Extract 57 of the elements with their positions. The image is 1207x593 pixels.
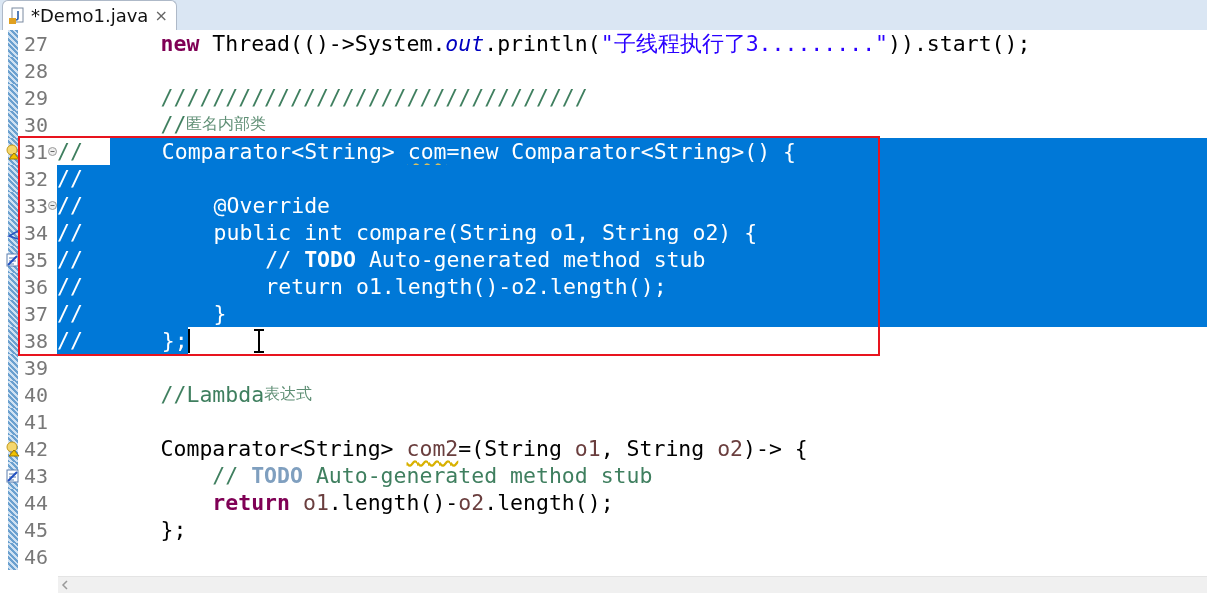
fold-icon[interactable] <box>48 201 57 210</box>
code-line: new Thread(()->System.out.println("子线程执行了3.........")).start(); <box>159 30 1031 57</box>
change-bar <box>8 57 18 84</box>
change-bar <box>8 489 18 516</box>
line-number: 42 <box>22 436 48 461</box>
fold-icon[interactable] <box>48 147 57 156</box>
line-number: 45 <box>22 517 48 542</box>
line-number: 39 <box>22 355 48 380</box>
code-line: // TODO Auto-generated method stub <box>211 462 653 489</box>
warning-bulb-icon[interactable] <box>6 441 20 457</box>
code-line: ///////////////////////////////// <box>159 84 588 111</box>
change-bar <box>8 111 18 138</box>
change-bar <box>8 84 18 111</box>
change-bar <box>8 300 18 327</box>
line-number: 27 <box>22 31 48 56</box>
line-number: 46 <box>22 544 48 569</box>
change-bar <box>8 327 18 354</box>
comment-marker: // <box>57 327 110 354</box>
change-bar <box>8 219 18 246</box>
line-number: 34 <box>22 220 48 245</box>
line-number: 37 <box>22 301 48 326</box>
task-icon[interactable] <box>6 468 20 484</box>
change-bar <box>8 165 18 192</box>
change-bar <box>8 192 18 219</box>
editor-tab[interactable]: *Demo1.java × <box>2 0 177 30</box>
line-number: 35 <box>22 247 48 272</box>
line-number: 36 <box>22 274 48 299</box>
comment-marker: // <box>57 138 110 165</box>
task-icon[interactable] <box>6 252 20 268</box>
line-number: 40 <box>22 382 48 407</box>
tab-title: *Demo1.java <box>31 5 149 26</box>
change-bar <box>8 30 18 57</box>
change-bar <box>8 354 18 381</box>
line-number: 38 <box>22 328 48 353</box>
close-button[interactable]: × <box>154 6 168 25</box>
line-number: 31 <box>22 139 48 164</box>
code-line: }; <box>159 516 187 543</box>
line-number: 44 <box>22 490 48 515</box>
line-number: 33 <box>22 193 48 218</box>
line-number: 41 <box>22 409 48 434</box>
line-number: 43 <box>22 463 48 488</box>
code-line: Comparator<String> com2=(String o1, String o2)-> { <box>159 435 808 462</box>
change-bar <box>8 516 18 543</box>
line-number: 29 <box>22 85 48 110</box>
line-number: 28 <box>22 58 48 83</box>
change-bar <box>8 408 18 435</box>
line-number: 30 <box>22 112 48 137</box>
java-file-icon <box>9 6 25 25</box>
code-line: //Lambda表达式 <box>159 381 313 408</box>
warning-bulb-icon[interactable] <box>6 144 20 160</box>
change-bar <box>8 543 18 570</box>
change-bar <box>8 381 18 408</box>
line-number: 32 <box>22 166 48 191</box>
code-line: //匿名内部类 <box>159 111 267 138</box>
horizontal-scrollbar[interactable] <box>58 576 1207 593</box>
change-bar <box>8 273 18 300</box>
code-line: return o1.length()-o2.length(); <box>211 489 614 516</box>
